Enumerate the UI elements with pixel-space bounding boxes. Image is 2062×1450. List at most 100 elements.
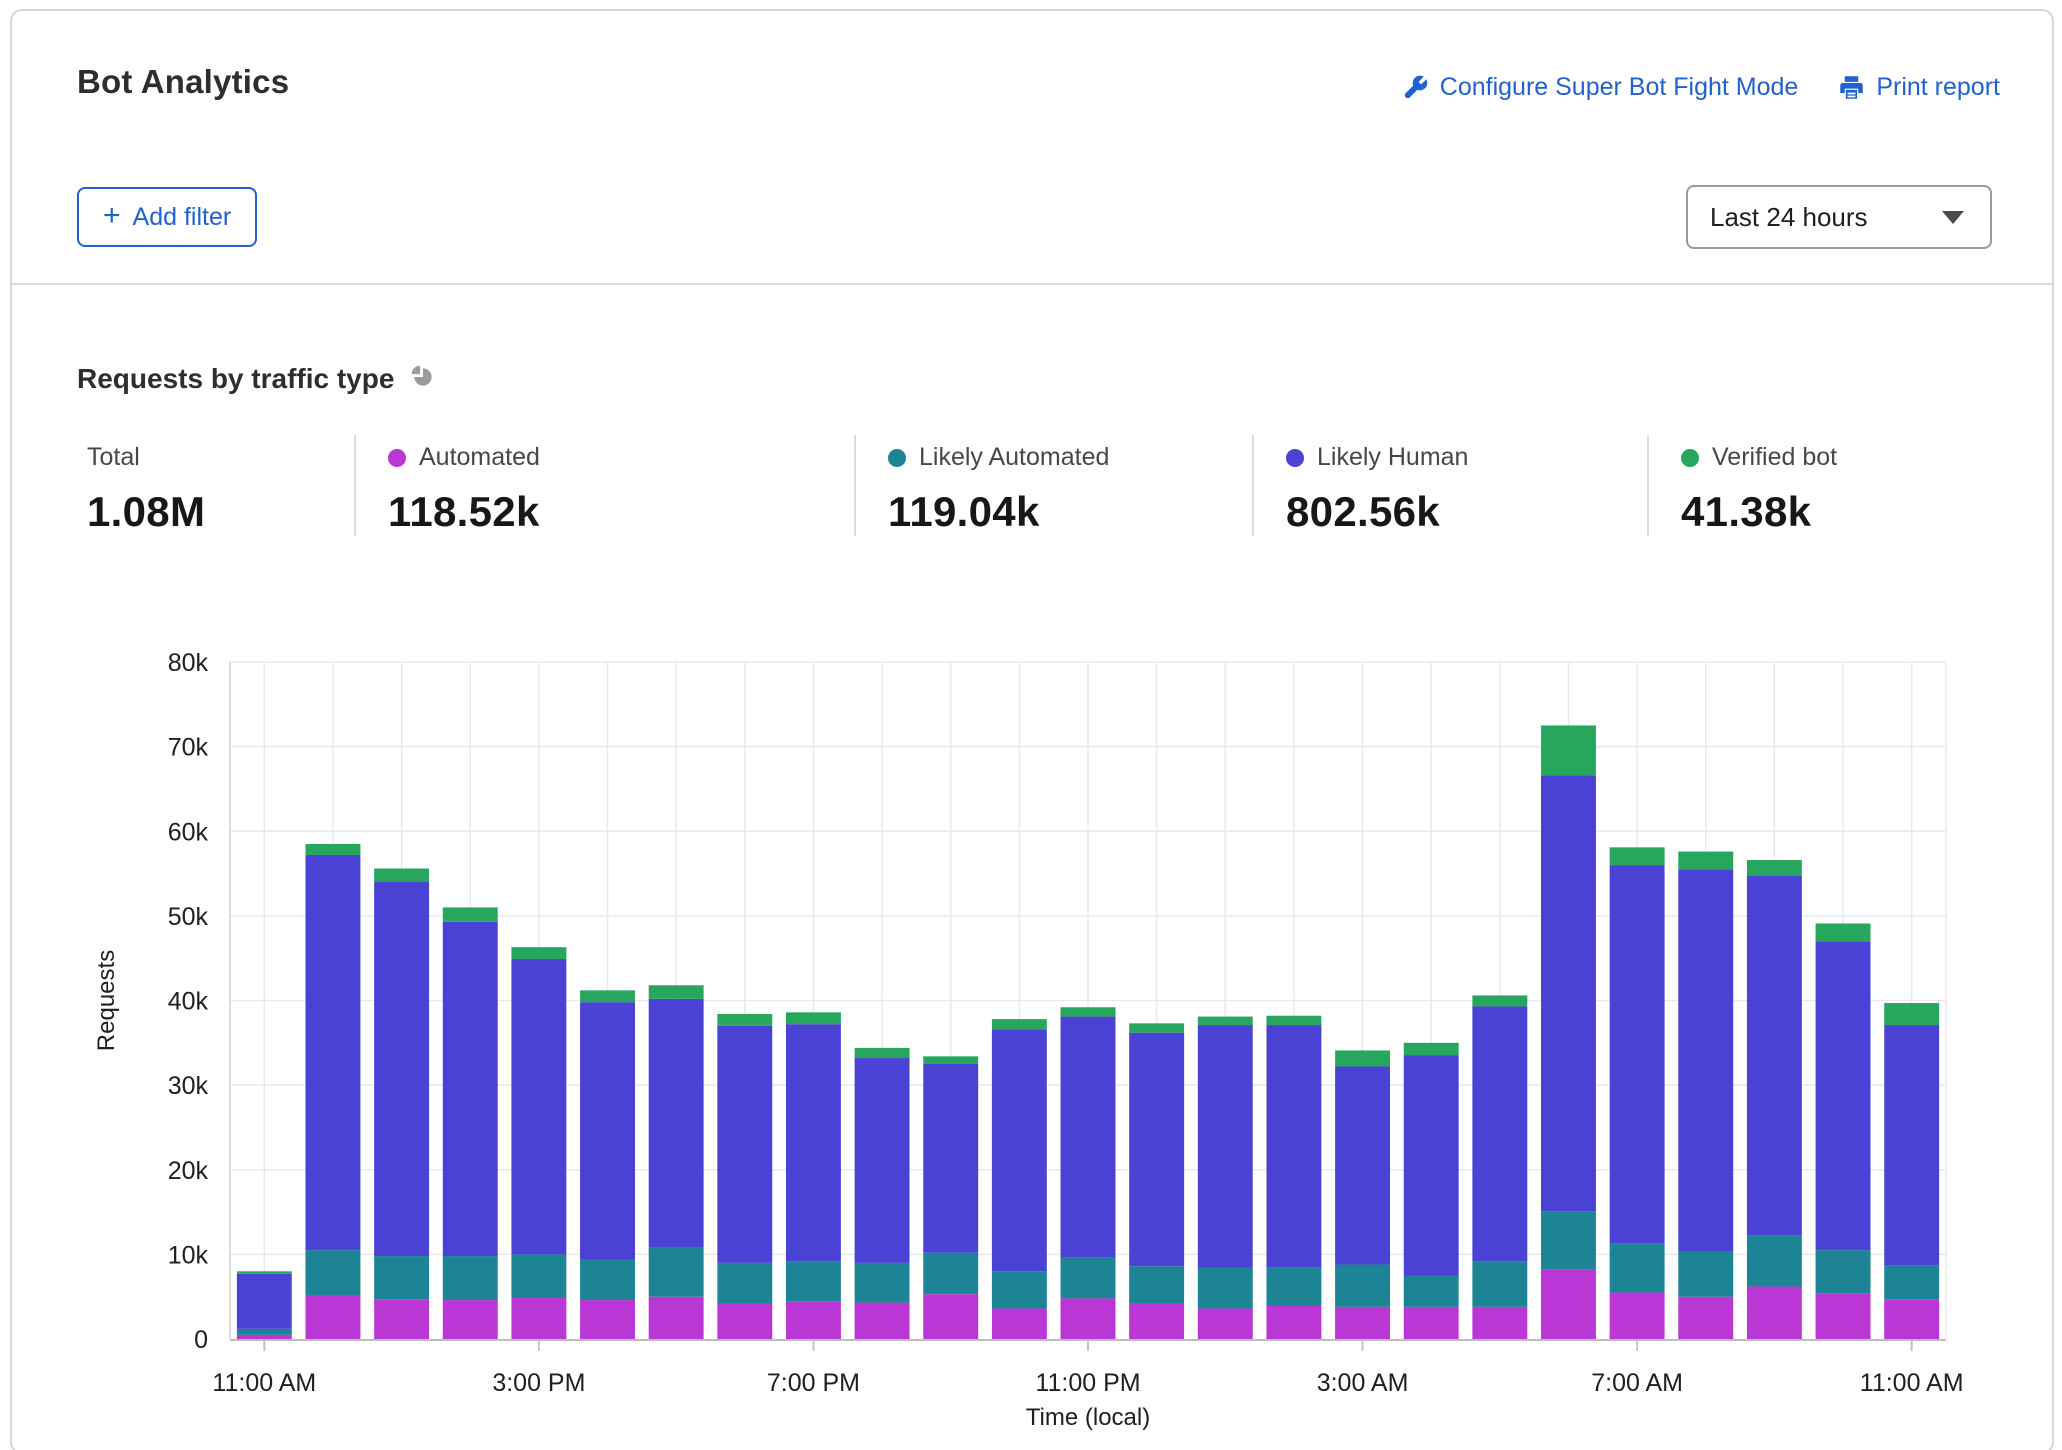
requests-chart: 010k20k30k40k50k60k70k80k11:00 AM3:00 PM… <box>62 641 2014 1431</box>
bar-segment-verified-bot <box>1541 725 1596 775</box>
bar-segment-automated <box>786 1302 841 1339</box>
bar-segment-likely-automated <box>855 1263 910 1303</box>
bar-segment-automated <box>992 1309 1047 1339</box>
print-report-link[interactable]: Print report <box>1838 73 2000 102</box>
add-filter-button[interactable]: + Add filter <box>77 187 257 247</box>
bar-segment-likely-automated <box>1472 1261 1527 1307</box>
bar-segment-verified-bot <box>786 1012 841 1024</box>
bar-segment-likely-automated <box>1404 1276 1459 1307</box>
x-tick-label: 11:00 AM <box>212 1369 316 1397</box>
stat-total-label: Total <box>87 443 140 472</box>
verified-bot-legend-dot <box>1681 449 1699 467</box>
bar-segment-likely-automated <box>443 1256 498 1300</box>
bar-segment-likely-human <box>580 1002 635 1259</box>
likely-human-legend-dot <box>1286 449 1304 467</box>
x-tick-label: 3:00 PM <box>492 1369 585 1397</box>
bar-segment-likely-automated <box>992 1271 1047 1308</box>
bar-segment-automated <box>1678 1297 1733 1339</box>
bar-segment-likely-automated <box>1198 1268 1253 1309</box>
bar-segment-likely-human <box>511 959 566 1254</box>
time-range-select[interactable]: Last 24 hours <box>1686 185 1992 249</box>
stat-likely-human-label: Likely Human <box>1317 443 1468 472</box>
x-tick-label: 7:00 PM <box>767 1369 860 1397</box>
bar-segment-likely-automated <box>1266 1267 1321 1306</box>
bar-segment-verified-bot <box>923 1056 978 1064</box>
header-links: Configure Super Bot Fight Mode Print rep… <box>1402 73 2000 102</box>
bar-segment-likely-automated <box>1061 1258 1116 1299</box>
print-link-label: Print report <box>1876 73 2000 102</box>
bar-segment-automated <box>1266 1306 1321 1339</box>
x-tick-label: 11:00 PM <box>1035 1369 1140 1397</box>
bar-segment-verified-bot <box>1884 1003 1939 1025</box>
bar-segment-likely-automated <box>786 1261 841 1302</box>
bot-analytics-card: Bot Analytics Configure Super Bot Fight … <box>10 9 2054 1450</box>
bar-segment-automated <box>374 1299 429 1339</box>
bar-segment-likely-human <box>443 922 498 1256</box>
bar-segment-likely-automated <box>511 1254 566 1297</box>
bar-segment-likely-human <box>1061 1017 1116 1258</box>
bar-segment-verified-bot <box>855 1048 910 1058</box>
configure-super-bot-fight-mode-link[interactable]: Configure Super Bot Fight Mode <box>1402 73 1799 102</box>
bar-segment-likely-automated <box>923 1253 978 1294</box>
stat-total: Total 1.08M <box>77 435 354 536</box>
automated-legend-dot <box>388 449 406 467</box>
stat-automated: Automated 118.52k <box>354 435 854 536</box>
bar-segment-likely-human <box>855 1058 910 1263</box>
stat-likely-human-value: 802.56k <box>1286 488 1637 536</box>
bar-segment-verified-bot <box>1129 1023 1184 1032</box>
bar-segment-verified-bot <box>1816 923 1871 941</box>
bar-segment-likely-human <box>1266 1025 1321 1267</box>
x-axis-title: Time (local) <box>1026 1404 1150 1431</box>
bar-segment-automated <box>649 1297 704 1339</box>
bar-segment-likely-human <box>1404 1056 1459 1276</box>
bar-segment-likely-human <box>992 1029 1047 1271</box>
bar-segment-automated <box>1129 1303 1184 1339</box>
add-filter-label: Add filter <box>133 203 232 232</box>
stat-verified-bot-value: 41.38k <box>1681 488 1997 536</box>
bar-segment-automated <box>443 1300 498 1339</box>
pie-chart-icon <box>410 364 435 394</box>
bar-segment-verified-bot <box>1266 1016 1321 1025</box>
stat-verified-bot: Verified bot 41.38k <box>1647 435 2007 536</box>
x-tick-label: 7:00 AM <box>1591 1369 1683 1397</box>
bar-segment-automated <box>1472 1307 1527 1339</box>
stat-likely-human: Likely Human 802.56k <box>1252 435 1647 536</box>
bar-segment-likely-automated <box>1816 1250 1871 1293</box>
stat-likely-automated-value: 119.04k <box>888 488 1242 536</box>
stat-total-value: 1.08M <box>87 488 344 536</box>
bar-segment-likely-human <box>237 1274 292 1329</box>
bar-segment-verified-bot <box>374 868 429 882</box>
bar-segment-likely-human <box>306 855 361 1250</box>
bar-segment-verified-bot <box>1404 1043 1459 1056</box>
bar-segment-automated <box>717 1303 772 1339</box>
bar-segment-likely-human <box>1747 875 1802 1236</box>
bar-segment-automated <box>1610 1292 1665 1339</box>
bar-segment-automated <box>1198 1309 1253 1339</box>
chevron-down-icon <box>1942 211 1964 224</box>
y-tick-label: 60k <box>168 818 209 846</box>
bar-segment-automated <box>1816 1293 1871 1339</box>
y-tick-label: 20k <box>168 1157 209 1185</box>
bar-segment-likely-automated <box>649 1248 704 1297</box>
bar-segment-automated <box>306 1295 361 1339</box>
y-tick-label: 50k <box>168 903 209 931</box>
bar-segment-automated <box>1541 1270 1596 1339</box>
bar-segment-verified-bot <box>1198 1017 1253 1025</box>
bar-segment-verified-bot <box>306 844 361 855</box>
bar-segment-likely-human <box>1884 1025 1939 1265</box>
bar-segment-verified-bot <box>992 1019 1047 1029</box>
bar-segment-likely-human <box>1678 869 1733 1251</box>
y-tick-label: 30k <box>168 1072 209 1100</box>
bar-segment-verified-bot <box>1747 860 1802 875</box>
x-tick-label: 11:00 AM <box>1860 1369 1964 1397</box>
stat-automated-value: 118.52k <box>388 488 844 536</box>
plus-icon: + <box>103 201 121 231</box>
bar-segment-automated <box>855 1303 910 1339</box>
bar-segment-likely-automated <box>1129 1266 1184 1303</box>
bar-segment-likely-automated <box>1678 1251 1733 1297</box>
bar-segment-verified-bot <box>511 947 566 959</box>
bar-segment-automated <box>1061 1298 1116 1339</box>
bar-segment-likely-human <box>1541 775 1596 1211</box>
bar-segment-likely-human <box>786 1024 841 1261</box>
stat-likely-automated-label: Likely Automated <box>919 443 1109 472</box>
